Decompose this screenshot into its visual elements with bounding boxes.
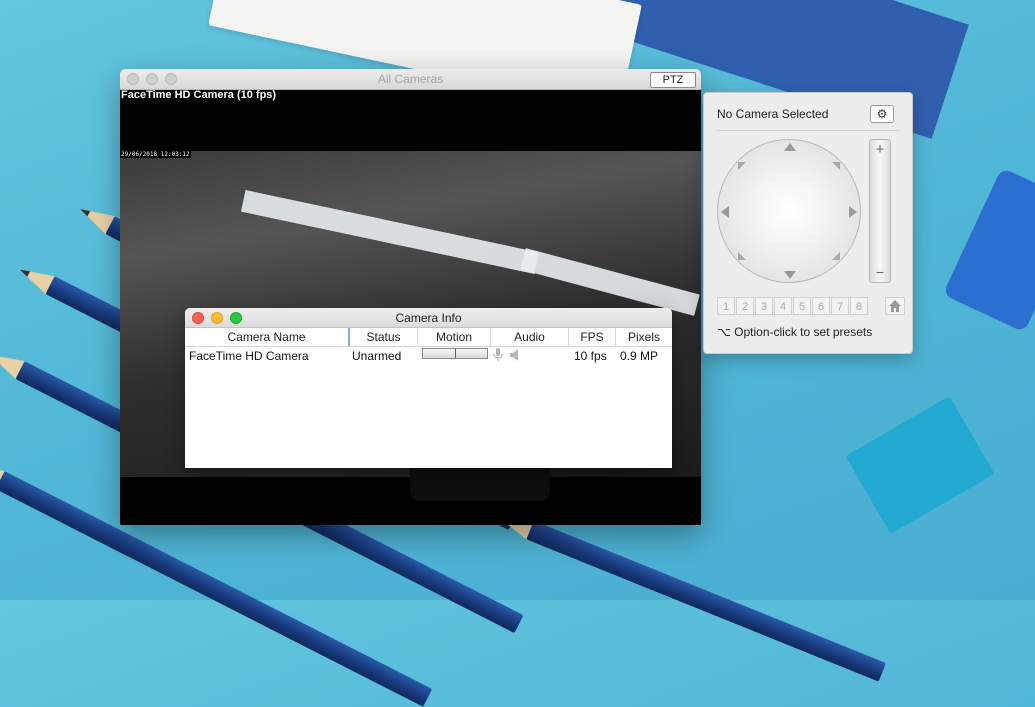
ptz-camera-status: No Camera Selected [717,107,829,121]
camera-label: FaceTime HD Camera (10 fps) [121,89,277,101]
desk-clip-blue [942,167,1035,333]
cell-fps: 10 fps [574,349,607,363]
column-fps[interactable]: FPS [569,328,616,346]
preset-button-6[interactable]: 6 [812,297,830,315]
ptz-button[interactable]: PTZ [650,72,696,88]
cell-pixels: 0.9 MP [620,349,659,363]
home-icon[interactable] [885,297,905,315]
column-camera-name[interactable]: Camera Name [185,328,350,346]
video-timestamp: 29/06/2018 12:03:12 [120,151,191,158]
arrow-right-icon[interactable] [849,206,857,218]
ceiling-light [520,248,700,316]
microphone-icon[interactable] [492,348,504,362]
motion-level-marker [455,349,456,358]
zoom-slider[interactable]: + − [869,139,891,283]
arrow-down-icon[interactable] [784,271,796,279]
arrow-down-right-icon[interactable] [832,252,840,260]
zoom-out-button[interactable]: − [870,264,890,280]
table-header: Camera Name Status Motion Audio FPS Pixe… [185,328,672,347]
camera-info-title: Camera Info [395,311,462,325]
column-status[interactable]: Status [350,328,418,346]
desk-pencil [494,507,887,682]
ceiling-light [240,190,540,274]
motion-meter [422,348,488,359]
speaker-icon[interactable] [509,348,521,362]
cell-camera-name: FaceTime HD Camera [189,349,309,363]
arrow-left-icon[interactable] [721,206,729,218]
cell-status: Unarmed [352,349,402,363]
gear-icon[interactable]: ⚙ [870,105,894,123]
column-audio[interactable]: Audio [491,328,569,346]
arrow-down-left-icon[interactable] [738,252,746,260]
desk-binder-clip [845,396,995,534]
pan-tilt-joystick[interactable] [717,139,861,283]
divider [716,130,900,131]
arrow-up-icon[interactable] [784,143,796,151]
zoom-in-button[interactable]: + [870,141,890,158]
all-cameras-titlebar[interactable]: All Cameras PTZ [120,69,701,90]
camera-info-window: Camera Info Camera Name Status Motion Au… [185,308,672,468]
window-title: All Cameras [377,72,444,86]
preset-button-4[interactable]: 4 [774,297,792,315]
ptz-panel: No Camera Selected ⚙ + − 1 2 3 4 5 6 7 8… [703,92,913,354]
arrow-up-right-icon[interactable] [832,162,840,170]
arrow-up-left-icon[interactable] [738,162,746,170]
preset-button-7[interactable]: 7 [831,297,849,315]
preset-button-2[interactable]: 2 [736,297,754,315]
preset-button-5[interactable]: 5 [793,297,811,315]
preset-button-1[interactable]: 1 [717,297,735,315]
camera-info-titlebar[interactable]: Camera Info [185,308,672,328]
column-pixels[interactable]: Pixels [616,328,672,346]
preset-button-8[interactable]: 8 [850,297,868,315]
preset-button-3[interactable]: 3 [755,297,773,315]
preset-hint: ⌥ Option-click to set presets [717,325,873,339]
column-motion[interactable]: Motion [418,328,491,346]
